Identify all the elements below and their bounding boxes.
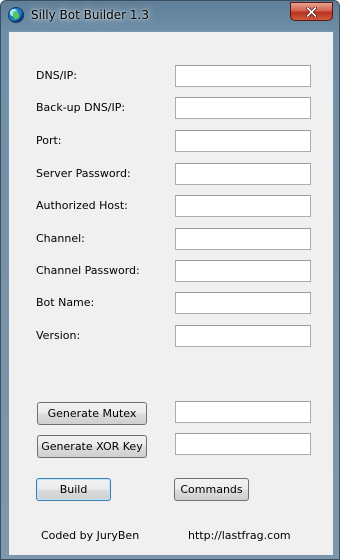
dns-ip-label: DNS/IP:	[36, 69, 77, 82]
bot-name-label: Bot Name:	[36, 296, 95, 309]
app-window: Silly Bot Builder 1.3 DNS/IP: Back-up DN…	[0, 0, 340, 560]
port-label: Port:	[36, 134, 62, 147]
commands-button[interactable]: Commands	[174, 478, 249, 501]
server-password-label: Server Password:	[36, 167, 131, 180]
backup-dns-ip-input[interactable]	[175, 97, 311, 119]
authorized-host-input[interactable]	[175, 195, 311, 217]
generate-xor-key-button[interactable]: Generate XOR Key	[37, 435, 147, 458]
channel-label: Channel:	[36, 232, 85, 245]
xor-key-input[interactable]	[175, 433, 311, 455]
credit-text: Coded by JuryBen	[41, 529, 140, 542]
generate-mutex-button[interactable]: Generate Mutex	[37, 402, 147, 425]
website-url: http://lastfrag.com	[188, 529, 291, 542]
channel-password-label: Channel Password:	[36, 264, 140, 277]
backup-dns-ip-label: Back-up DNS/IP:	[36, 101, 126, 114]
server-password-input[interactable]	[175, 163, 311, 185]
title-bar[interactable]: Silly Bot Builder 1.3	[1, 1, 339, 31]
app-globe-icon	[8, 7, 24, 23]
form-panel: DNS/IP: Back-up DNS/IP: Port: Server Pas…	[8, 31, 334, 556]
mutex-input[interactable]	[175, 401, 311, 423]
close-icon	[306, 6, 317, 17]
window-title: Silly Bot Builder 1.3	[31, 8, 149, 22]
channel-password-input[interactable]	[175, 260, 311, 282]
port-input[interactable]	[175, 130, 311, 152]
version-label: Version:	[36, 329, 81, 342]
authorized-host-label: Authorized Host:	[36, 199, 128, 212]
channel-input[interactable]	[175, 228, 311, 250]
close-button[interactable]	[290, 2, 333, 21]
bot-name-input[interactable]	[175, 292, 311, 314]
version-input[interactable]	[175, 325, 311, 347]
build-button[interactable]: Build	[36, 478, 111, 501]
dns-ip-input[interactable]	[175, 65, 311, 87]
